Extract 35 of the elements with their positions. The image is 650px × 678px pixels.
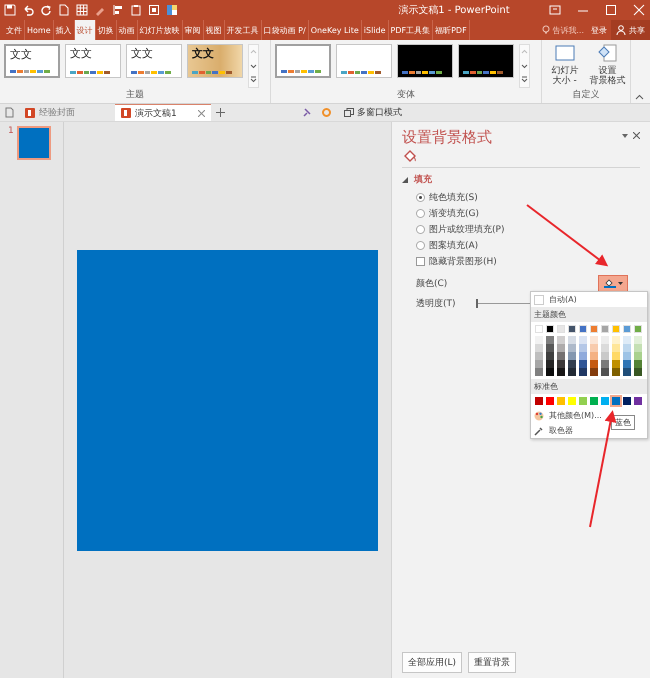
field-label: 透明度(T) bbox=[416, 298, 457, 310]
window-title: 演示文稿1 - PowerPoint bbox=[397, 4, 511, 17]
checkbox-label: 隐藏背景图形(H) bbox=[429, 256, 497, 268]
share-button[interactable]: 共享 bbox=[611, 20, 650, 40]
group-label: 自定义 bbox=[572, 88, 600, 102]
document-tab[interactable]: 演示文稿1 bbox=[115, 104, 211, 121]
ribbon-tab[interactable]: 设计 bbox=[74, 20, 96, 40]
pane-button[interactable]: 全部应用(L) bbox=[402, 652, 462, 673]
slide-size-button[interactable]: 幻灯片 大小 - bbox=[546, 44, 584, 88]
eyedropper-item[interactable]: 取色器 bbox=[531, 423, 576, 438]
tooltip: 蓝色 bbox=[611, 415, 635, 430]
theme-thumbnail[interactable]: 文文 bbox=[187, 44, 243, 78]
slide-number: 1 bbox=[8, 126, 14, 136]
format-background-button[interactable]: 设置 背景格式 bbox=[588, 44, 626, 88]
document-tab[interactable]: 经验封面 bbox=[19, 104, 115, 121]
tell-me-field[interactable]: 告诉我... bbox=[539, 20, 587, 40]
group-label: 变体 bbox=[396, 88, 416, 102]
sign-in-link[interactable]: 登录 bbox=[587, 20, 611, 40]
theme-thumbnail[interactable]: 文文 bbox=[4, 44, 60, 78]
radio-label: 图片或纹理填充(P) bbox=[429, 224, 504, 236]
fill-section-header[interactable]: 填充 bbox=[402, 173, 640, 186]
radio-label: 纯色填充(S) bbox=[429, 192, 478, 204]
radio-label: 渐变填充(G) bbox=[429, 208, 479, 220]
theme-thumbnail[interactable]: 文文 bbox=[65, 44, 121, 78]
theme-thumbnail[interactable]: 文文 bbox=[126, 44, 182, 78]
field-label: 颜色(C) bbox=[416, 278, 448, 290]
section-heading: 主题颜色 bbox=[531, 307, 647, 322]
group-label: 主题 bbox=[125, 88, 145, 102]
auto-color-item[interactable]: 自动(A) bbox=[531, 292, 580, 307]
pane-button[interactable]: 重置背景 bbox=[468, 652, 516, 673]
more-colors-item[interactable]: 其他颜色(M)... bbox=[531, 408, 605, 423]
section-heading: 标准色 bbox=[531, 379, 647, 394]
radio-label: 图案填充(A) bbox=[429, 239, 478, 252]
pane-title: 设置背景格式 bbox=[402, 128, 493, 147]
multi-window-button[interactable]: 多窗口模式 bbox=[336, 104, 410, 121]
